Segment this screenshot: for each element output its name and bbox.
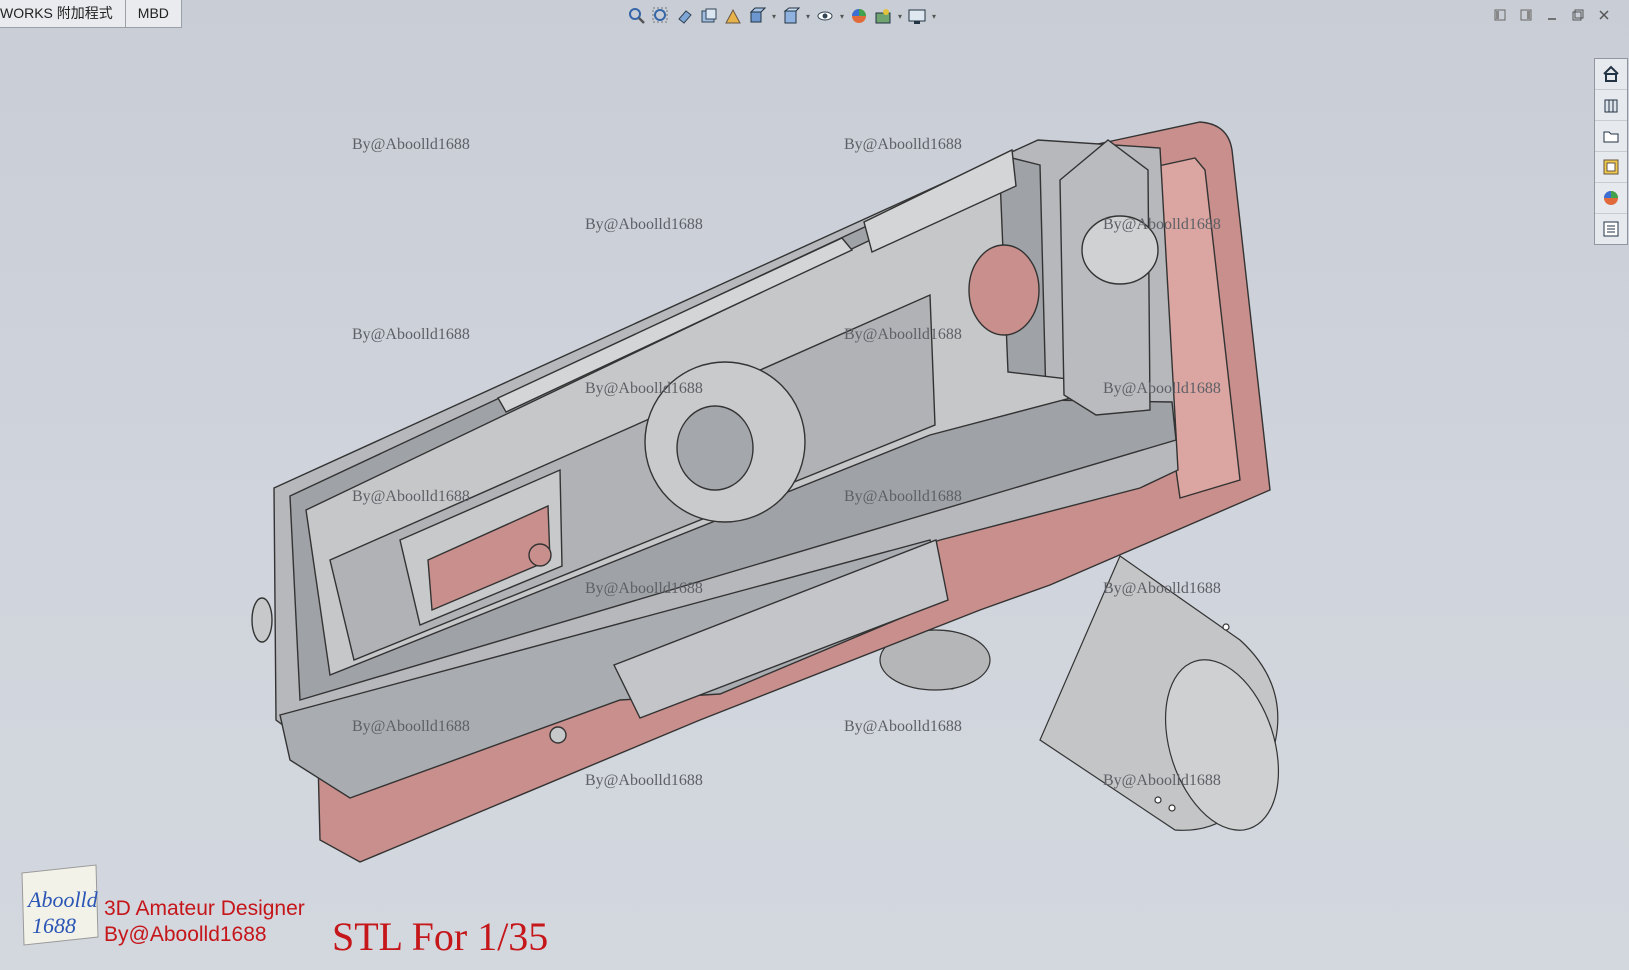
edit-appearance-icon[interactable] — [848, 5, 870, 27]
chevron-down-icon[interactable]: ▾ — [838, 5, 846, 27]
watermark: By@Aboolld1688 — [844, 136, 962, 153]
watermark: By@Aboolld1688 — [844, 488, 962, 505]
tab-solidworks-addins[interactable]: WORKS 附加程式 — [0, 0, 126, 28]
tab-mbd[interactable]: MBD — [125, 0, 182, 28]
close-icon[interactable] — [1594, 6, 1614, 24]
watermark: By@Aboolld1688 — [1103, 580, 1221, 597]
watermark: By@Aboolld1688 — [585, 380, 703, 397]
previous-view-icon[interactable] — [674, 5, 696, 27]
graphics-viewport[interactable]: By@Aboolld1688 By@Aboolld1688 By@Aboolld… — [0, 0, 1629, 970]
task-pane — [1594, 58, 1628, 245]
apply-scene-icon[interactable] — [872, 5, 894, 27]
viewport-left-icon[interactable] — [1490, 6, 1510, 24]
zoom-area-icon[interactable] — [650, 5, 672, 27]
custom-properties-icon[interactable] — [1595, 214, 1627, 244]
watermark: By@Aboolld1688 — [352, 326, 470, 343]
brand-tagline: 3D Amateur Designer — [104, 897, 305, 920]
svg-text:Aboolld: Aboolld — [26, 887, 99, 912]
watermark: By@Aboolld1688 — [844, 718, 962, 735]
restore-icon[interactable] — [1568, 6, 1588, 24]
chevron-down-icon[interactable]: ▾ — [770, 5, 778, 27]
home-icon[interactable] — [1595, 59, 1627, 90]
zoom-to-fit-icon[interactable] — [626, 5, 648, 27]
watermark: By@Aboolld1688 — [844, 326, 962, 343]
svg-text:1688: 1688 — [32, 913, 76, 938]
section-view-icon[interactable] — [698, 5, 720, 27]
command-tabs: WORKS 附加程式 MBD — [0, 0, 182, 28]
view-settings-icon[interactable] — [906, 5, 928, 27]
aboolld-logo: Aboolld 1688 — [21, 864, 99, 946]
viewport-window-controls — [1490, 6, 1614, 24]
dynamic-annotation-icon[interactable] — [722, 5, 744, 27]
hide-show-icon[interactable] — [814, 5, 836, 27]
watermark: By@Aboolld1688 — [585, 580, 703, 597]
3d-parts-icon[interactable] — [1595, 90, 1627, 121]
file-explorer-icon[interactable] — [1595, 121, 1627, 152]
brand-author: By@Aboolld1688 — [104, 923, 267, 946]
display-style-icon[interactable] — [780, 5, 802, 27]
scale-caption: STL For 1/35 — [332, 914, 549, 959]
watermark: By@Aboolld1688 — [352, 718, 470, 735]
appearances-icon[interactable] — [1595, 183, 1627, 214]
chevron-down-icon[interactable]: ▾ — [930, 5, 938, 27]
chevron-down-icon[interactable]: ▾ — [804, 5, 812, 27]
branding-overlay: Aboolld 1688 3D Amateur Designer By@Aboo… — [0, 855, 600, 965]
watermark: By@Aboolld1688 — [1103, 772, 1221, 789]
watermark: By@Aboolld1688 — [585, 772, 703, 789]
watermark: By@Aboolld1688 — [352, 488, 470, 505]
minimize-icon[interactable] — [1542, 6, 1562, 24]
3d-model — [251, 121, 1280, 863]
view-orientation-icon[interactable] — [746, 5, 768, 27]
watermark: By@Aboolld1688 — [1103, 216, 1221, 233]
viewport-right-icon[interactable] — [1516, 6, 1536, 24]
chevron-down-icon[interactable]: ▾ — [896, 5, 904, 27]
watermark: By@Aboolld1688 — [1103, 380, 1221, 397]
watermark: By@Aboolld1688 — [585, 216, 703, 233]
design-library-icon[interactable] — [1595, 152, 1627, 183]
watermark: By@Aboolld1688 — [352, 136, 470, 153]
heads-up-toolbar: ▾ ▾ ▾ ▾ ▾ — [626, 4, 938, 28]
